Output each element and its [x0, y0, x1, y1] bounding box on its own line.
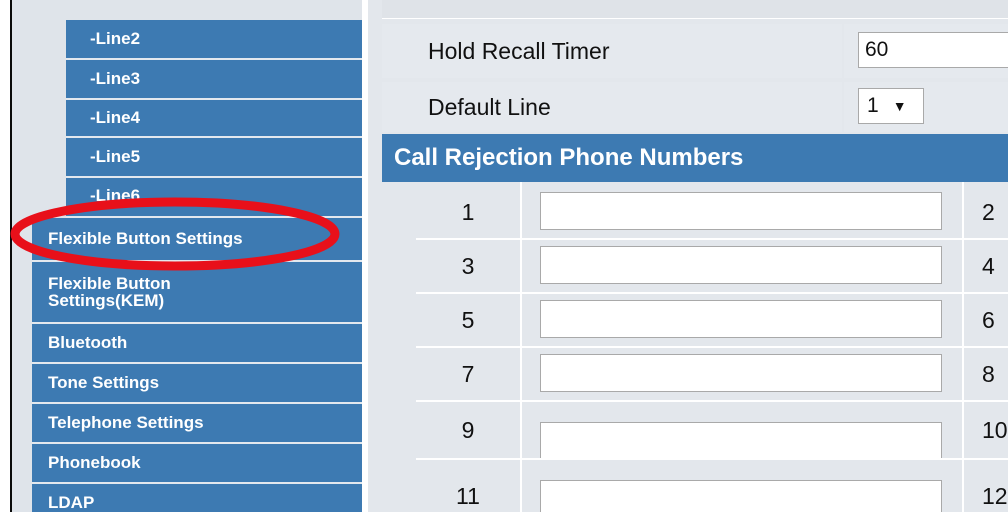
rejection-number-label: 2 [964, 186, 1008, 238]
nav-item-line5[interactable]: -Line5 [66, 138, 362, 178]
nav-item-line2[interactable]: -Line2 [66, 20, 362, 60]
rejection-number-label: 12 [964, 468, 1008, 512]
rejection-number-input[interactable] [540, 300, 942, 338]
nav-item-ldap[interactable]: LDAP [32, 484, 362, 512]
rejection-number-label: 1 [416, 186, 520, 238]
left-navigation: -Line2 -Line3 -Line4 -Line5 -Line6 Flexi… [10, 0, 362, 512]
nav-item-line6[interactable]: -Line6 [66, 178, 362, 218]
nav-item-tone-settings[interactable]: Tone Settings [32, 364, 362, 404]
hold-recall-timer-input[interactable] [858, 32, 1008, 68]
rejection-number-label: 7 [416, 348, 520, 400]
rejection-number-label: 3 [416, 240, 520, 292]
rejection-number-input[interactable] [540, 354, 942, 392]
rejection-number-label: 8 [964, 348, 1008, 400]
rejection-number-label: 4 [964, 240, 1008, 292]
rejection-number-label: 9 [416, 402, 520, 458]
default-line-label: Default Line [382, 82, 842, 132]
dropdown-arrow-icon: ▼ [892, 98, 907, 114]
default-line-value: 1 [867, 94, 879, 117]
rejection-number-input[interactable] [540, 192, 942, 230]
rejection-number-input[interactable] [540, 246, 942, 284]
nav-item-bluetooth[interactable]: Bluetooth [32, 324, 362, 364]
call-rejection-header: Call Rejection Phone Numbers [382, 134, 1008, 182]
rejection-number-label: 6 [964, 294, 1008, 346]
settings-panel: Hold Recall Timer Default Line 1 ▼ Call … [368, 0, 1008, 512]
nav-item-line4[interactable]: -Line4 [66, 100, 362, 138]
default-line-select[interactable]: 1 ▼ [858, 88, 924, 124]
rejection-number-label: 10 [964, 402, 1008, 458]
hold-recall-timer-label: Hold Recall Timer [382, 24, 842, 78]
nav-item-telephone-settings[interactable]: Telephone Settings [32, 404, 362, 444]
rejection-number-label: 5 [416, 294, 520, 346]
rejection-number-label: 11 [416, 468, 520, 512]
nav-item-phonebook[interactable]: Phonebook [32, 444, 362, 484]
nav-item-line3[interactable]: -Line3 [66, 60, 362, 100]
settings-row-partial [382, 0, 1008, 19]
rejection-number-input[interactable] [540, 480, 942, 512]
nav-item-flexible-button-settings[interactable]: Flexible Button Settings [32, 218, 362, 262]
row-divider [416, 458, 1008, 460]
rejection-number-input[interactable] [540, 422, 942, 460]
nav-item-flexible-button-settings-kem[interactable]: Flexible Button Settings(KEM) [32, 262, 362, 324]
